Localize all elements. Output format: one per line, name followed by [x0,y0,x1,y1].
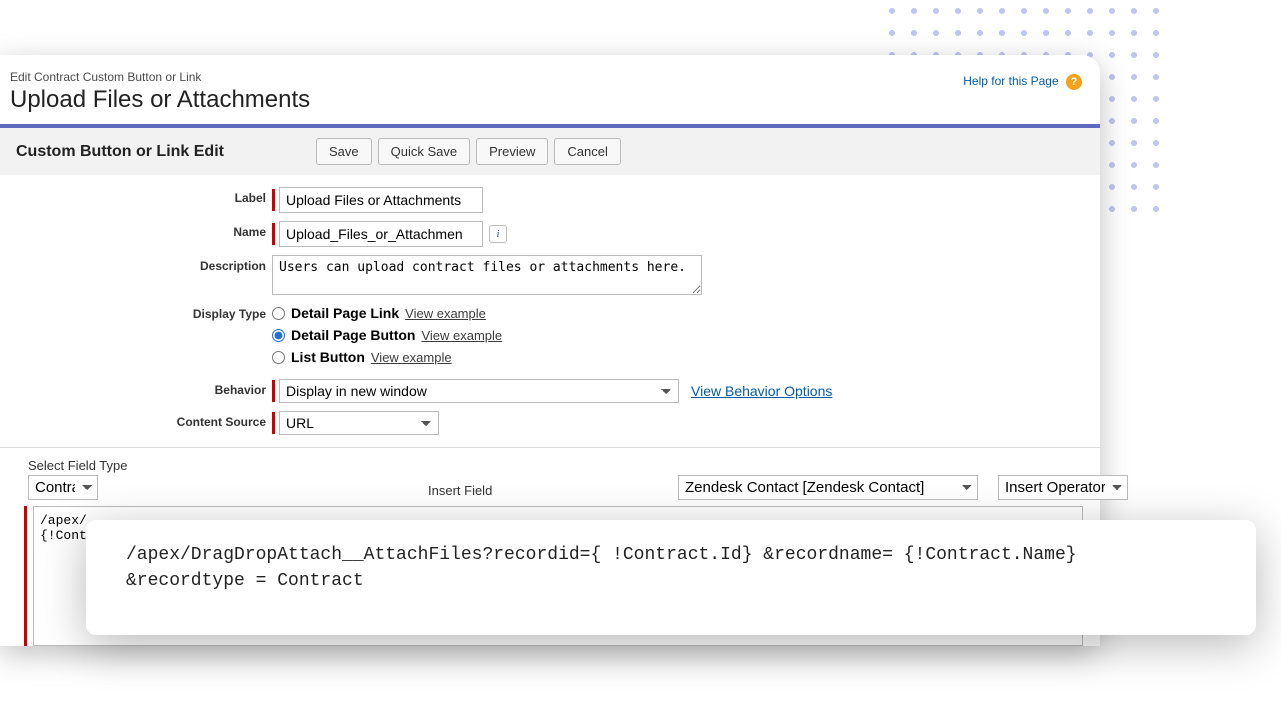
content-source-select[interactable]: URL [279,411,439,435]
label-input[interactable] [279,187,483,213]
preview-button[interactable]: Preview [476,138,548,165]
code-overlay-text: /apex/DragDropAttach__AttachFiles?record… [126,542,1077,594]
merge-field-picker[interactable]: Zendesk Contact [Zendesk Contact] [678,475,978,500]
label-field-label: Label [0,187,272,205]
view-example-link[interactable]: View example [421,328,502,343]
radio-list-button[interactable] [272,351,285,364]
section-header: Custom Button or Link Edit Save Quick Sa… [0,124,1100,175]
cancel-button[interactable]: Cancel [554,138,620,165]
display-type-detail-page-button[interactable]: Detail Page Button View example [272,327,502,343]
quick-save-button[interactable]: Quick Save [378,138,470,165]
display-type-group: Detail Page Link View example Detail Pag… [272,303,502,371]
separator [0,447,1100,454]
view-example-link[interactable]: View example [405,306,486,321]
name-field-label: Name [0,221,272,239]
help-icon: ? [1066,74,1082,90]
radio-detail-page-link[interactable] [272,307,285,320]
required-indicator [24,506,27,646]
info-icon[interactable]: i [489,225,507,243]
view-behavior-options-link[interactable]: View Behavior Options [691,383,832,399]
page-title: Upload Files or Attachments [10,86,1090,114]
name-input[interactable] [279,221,483,247]
radio-label: List Button [291,349,365,365]
code-overlay-card: /apex/DragDropAttach__AttachFiles?record… [86,520,1256,635]
breadcrumb: Edit Contract Custom Button or Link [10,70,1090,84]
select-field-type-label: Select Field Type [28,458,408,473]
section-title: Custom Button or Link Edit [16,143,316,161]
radio-label: Detail Page Button [291,327,415,343]
description-input[interactable]: Users can upload contract files or attac… [272,255,702,295]
radio-detail-page-button[interactable] [272,329,285,342]
required-indicator [272,380,275,402]
required-indicator [272,223,275,245]
help-for-this-page[interactable]: Help for this Page ? [963,74,1082,90]
behavior-label: Behavior [0,379,272,397]
description-field-label: Description [0,255,272,273]
select-field-type-picker[interactable]: Contra [28,475,98,500]
required-indicator [272,189,275,211]
radio-label: Detail Page Link [291,305,399,321]
display-type-detail-page-link[interactable]: Detail Page Link View example [272,305,502,321]
insert-field-label: Insert Field [428,483,658,498]
insert-operator-picker[interactable]: Insert Operator [998,475,1128,500]
help-link-text: Help for this Page [963,74,1058,88]
view-example-link[interactable]: View example [371,350,452,365]
save-button[interactable]: Save [316,138,372,165]
display-type-label: Display Type [0,303,272,321]
display-type-list-button[interactable]: List Button View example [272,349,502,365]
content-source-label: Content Source [0,411,272,429]
behavior-select[interactable]: Display in new window [279,379,679,403]
required-indicator [272,412,275,434]
